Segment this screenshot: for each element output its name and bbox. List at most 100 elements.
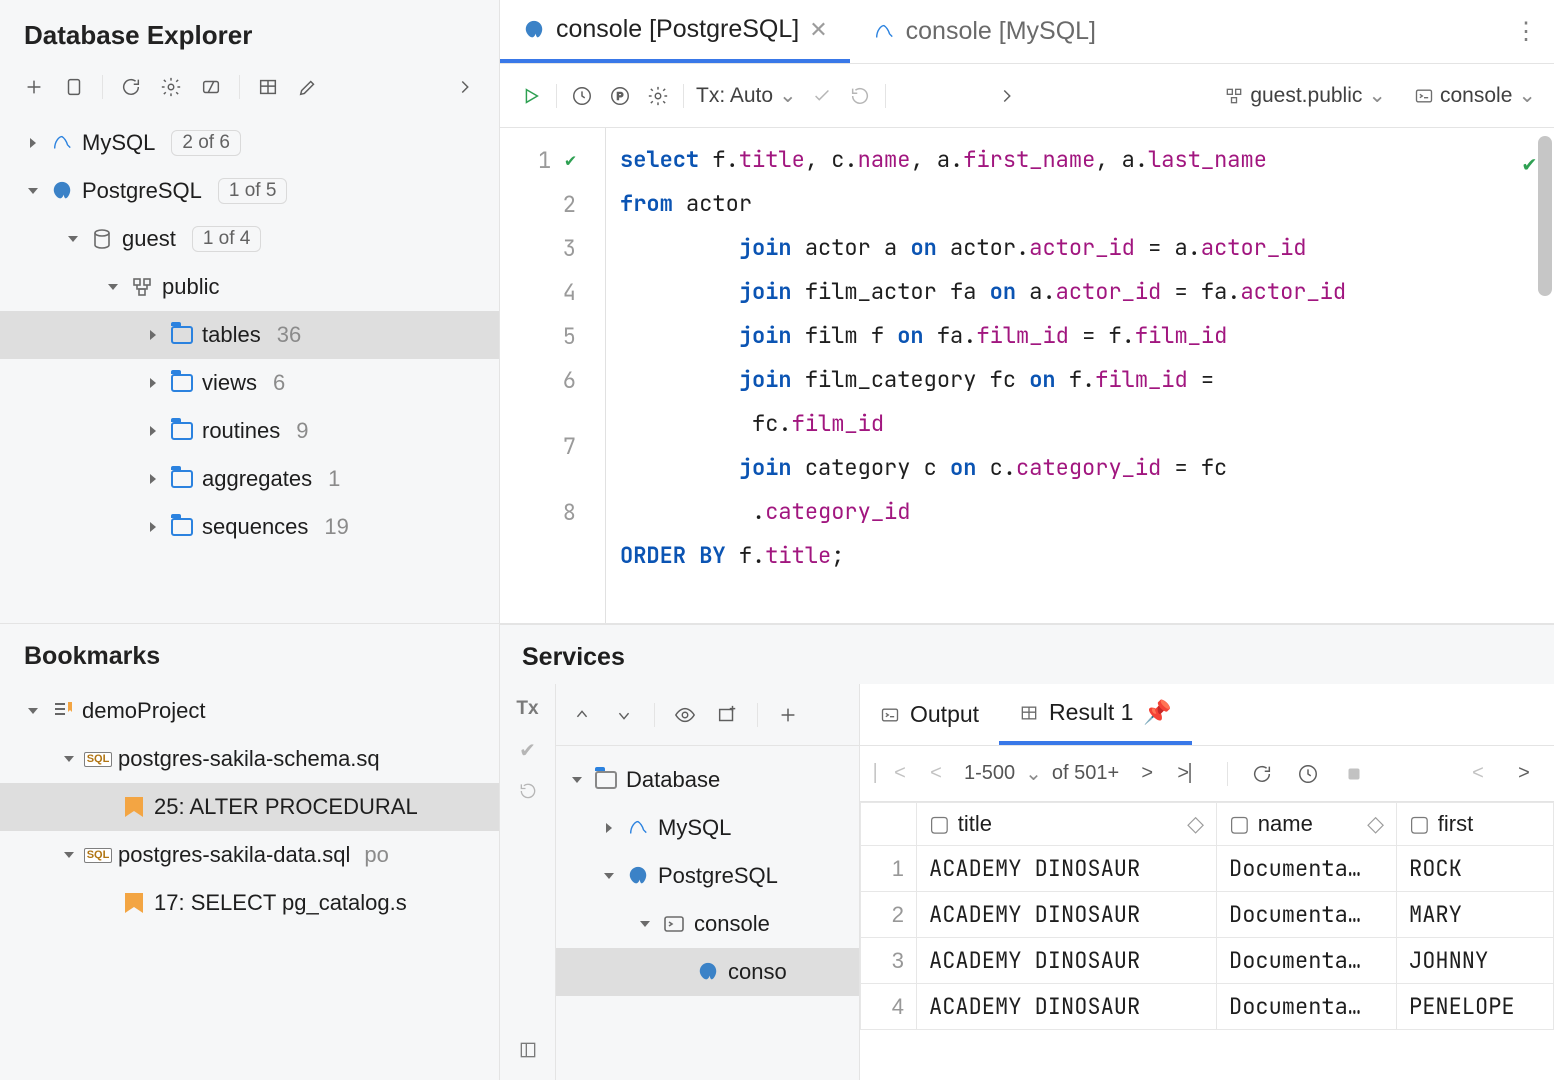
prev-icon[interactable]: <: [1460, 756, 1496, 792]
editor[interactable]: 1✔ 2 3 4 5 6 7 8 select f.title, c.name,…: [500, 128, 1554, 624]
commit-icon[interactable]: [803, 77, 841, 115]
chevron-right-icon[interactable]: [144, 422, 162, 440]
gear-icon[interactable]: [153, 69, 189, 105]
tree-node-sequences[interactable]: sequences 19: [0, 503, 499, 551]
tree-node-public[interactable]: public: [0, 263, 499, 311]
chevron-right-icon[interactable]: [447, 69, 483, 105]
bookmark-file[interactable]: SQL postgres-sakila-schema.sq: [0, 735, 499, 783]
table-icon[interactable]: [250, 69, 286, 105]
sort-icon[interactable]: ◇: [1367, 811, 1384, 837]
services-left-rail: Tx ✔: [500, 684, 556, 1080]
tab-console-mysql[interactable]: console [MySQL]: [850, 0, 1118, 63]
console-icon: [662, 912, 686, 936]
chevron-down-icon[interactable]: [600, 867, 618, 885]
chevron-right-icon[interactable]: [144, 470, 162, 488]
pencil-icon[interactable]: [290, 69, 326, 105]
chevron-down-icon[interactable]: [568, 771, 586, 789]
stop-icon[interactable]: [1336, 756, 1372, 792]
rollback-icon[interactable]: [841, 77, 879, 115]
chevron-right-icon[interactable]: [24, 134, 42, 152]
tree-node-tables[interactable]: tables 36: [0, 311, 499, 359]
table-row[interactable]: 2ACADEMY DINOSAURDocumenta…MARY: [861, 892, 1554, 938]
next-page-icon[interactable]: >: [1129, 756, 1165, 792]
column-header[interactable]: name: [1258, 811, 1313, 837]
svc-tab-result[interactable]: Result 1 📌: [999, 684, 1192, 745]
show-hidden-icon[interactable]: [667, 697, 703, 733]
chevron-down-icon[interactable]: [104, 278, 122, 296]
pin-icon[interactable]: 📌: [1143, 699, 1172, 726]
refresh-icon[interactable]: [1244, 756, 1280, 792]
table-row[interactable]: 3ACADEMY DINOSAURDocumenta…JOHNNY: [861, 938, 1554, 984]
tree-node-aggregates[interactable]: aggregates 1: [0, 455, 499, 503]
prev-page-icon[interactable]: <: [918, 756, 954, 792]
bookmark-note: po: [364, 842, 388, 868]
table-row[interactable]: 4ACADEMY DINOSAURDocumenta…PENELOPE: [861, 984, 1554, 1030]
refresh-icon[interactable]: [113, 69, 149, 105]
svc-node-console-result[interactable]: conso: [556, 948, 859, 996]
close-icon[interactable]: ✕: [809, 17, 827, 43]
tx-mode-label: Tx: Auto: [696, 84, 773, 108]
chevron-right-icon[interactable]: [600, 819, 618, 837]
chevron-right-icon[interactable]: [144, 374, 162, 392]
explain-plan-icon[interactable]: P: [601, 77, 639, 115]
history-icon[interactable]: [1290, 756, 1326, 792]
sort-icon[interactable]: ◇: [1187, 811, 1204, 837]
bookmark-file[interactable]: SQL postgres-sakila-data.sql po: [0, 831, 499, 879]
svc-node-postgresql[interactable]: PostgreSQL: [556, 852, 859, 900]
chevron-down-icon[interactable]: [60, 846, 78, 864]
editor-toolbar: P Tx: Auto ⌄ guest.public ⌄ console ⌄: [500, 64, 1554, 128]
stop-icon[interactable]: [193, 69, 229, 105]
tree-node-guest[interactable]: guest 1 of 4: [0, 215, 499, 263]
chevron-down-icon[interactable]: [60, 750, 78, 768]
tree-node-routines[interactable]: routines 9: [0, 407, 499, 455]
collapse-down-icon[interactable]: [606, 697, 642, 733]
more-icon[interactable]: ⋮: [1514, 0, 1554, 63]
chevron-down-icon[interactable]: [24, 182, 42, 200]
column-header[interactable]: title: [958, 811, 992, 837]
checkmark-icon[interactable]: ✔: [519, 738, 536, 763]
add-icon[interactable]: [770, 697, 806, 733]
chevron-down-icon[interactable]: [24, 702, 42, 720]
bookmark-project[interactable]: demoProject: [0, 687, 499, 735]
tree-node-mysql[interactable]: MySQL 2 of 6: [0, 119, 499, 167]
clipboard-icon[interactable]: [56, 69, 92, 105]
target-dropdown[interactable]: console ⌄: [1408, 83, 1542, 108]
svc-node-console[interactable]: console: [556, 900, 859, 948]
tx-icon[interactable]: Tx: [516, 698, 538, 720]
chevron-down-icon[interactable]: ⌄: [1025, 761, 1042, 786]
schema-dropdown[interactable]: guest.public ⌄: [1218, 83, 1392, 108]
chevron-down-icon[interactable]: [64, 230, 82, 248]
tab-console-postgresql[interactable]: console [PostgreSQL] ✕: [500, 0, 850, 63]
column-icon: ▢: [929, 811, 950, 837]
column-header[interactable]: first: [1438, 811, 1473, 837]
gear-icon[interactable]: [639, 77, 677, 115]
chevron-right-icon[interactable]: [988, 77, 1026, 115]
svc-node-mysql[interactable]: MySQL: [556, 804, 859, 852]
svc-node-database[interactable]: Database: [556, 756, 859, 804]
code-area[interactable]: select f.title, c.name, a.first_name, a.…: [606, 128, 1554, 623]
first-page-icon[interactable]: ⎸<: [872, 756, 908, 792]
bookmark-item[interactable]: 25: ALTER PROCEDURAL: [0, 783, 499, 831]
tree-node-views[interactable]: views 6: [0, 359, 499, 407]
last-page-icon[interactable]: >⎸: [1175, 756, 1211, 792]
result-grid[interactable]: ▢title◇ ▢name◇ ▢first 1ACADEMY DINOSAURD…: [860, 802, 1554, 1030]
new-session-icon[interactable]: [709, 697, 745, 733]
svc-tab-output[interactable]: Output: [860, 684, 999, 745]
add-icon[interactable]: [16, 69, 52, 105]
expand-up-icon[interactable]: [564, 697, 600, 733]
table-row[interactable]: 1ACADEMY DINOSAURDocumenta…ROCK: [861, 846, 1554, 892]
layout-icon[interactable]: [518, 1040, 538, 1066]
history-icon[interactable]: [563, 77, 601, 115]
tree-note: 1 of 4: [192, 226, 262, 252]
inspection-ok-icon[interactable]: ✔: [1523, 142, 1536, 186]
rollback-icon[interactable]: [518, 781, 538, 807]
bookmark-item[interactable]: 17: SELECT pg_catalog.s: [0, 879, 499, 927]
scrollbar[interactable]: [1538, 136, 1552, 296]
chevron-right-icon[interactable]: [144, 518, 162, 536]
tx-mode-dropdown[interactable]: Tx: Auto ⌄: [690, 83, 803, 108]
tree-node-postgresql[interactable]: PostgreSQL 1 of 5: [0, 167, 499, 215]
run-icon[interactable]: [512, 77, 550, 115]
next-icon[interactable]: >: [1506, 756, 1542, 792]
chevron-right-icon[interactable]: [144, 326, 162, 344]
chevron-down-icon[interactable]: [636, 915, 654, 933]
